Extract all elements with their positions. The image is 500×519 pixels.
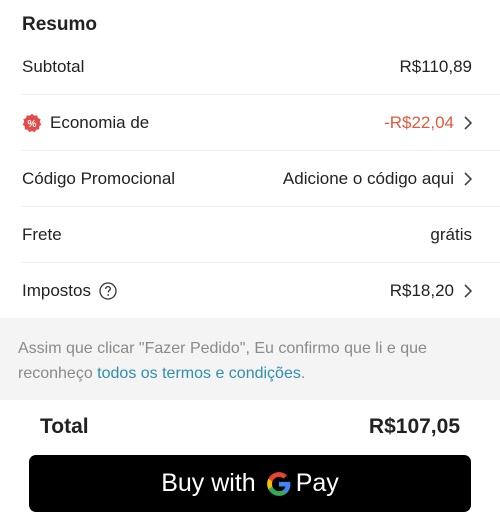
taxes-value: R$18,20 <box>389 281 454 300</box>
chevron-right-icon <box>464 171 472 186</box>
svg-text:%: % <box>28 119 37 130</box>
summary-title: Resumo <box>22 14 97 35</box>
shipping-value: grátis <box>430 224 472 244</box>
chevron-right-icon <box>464 115 472 130</box>
order-total: Total R$107,05 <box>40 412 460 442</box>
promo-code-label: Código Promocional <box>22 168 176 188</box>
subtotal-label: Subtotal <box>22 56 85 76</box>
subtotal-row: Subtotal R$110,89 <box>22 39 500 95</box>
order-summary: Resumo Subtotal R$110,89 % Economia de -… <box>0 0 500 318</box>
help-circle-icon[interactable] <box>99 282 117 300</box>
taxes-row[interactable]: Impostos R$18,20 <box>22 263 500 319</box>
total-value: R$107,05 <box>368 415 460 438</box>
shipping-row: Frete grátis <box>22 207 500 263</box>
terms-link[interactable]: todos os termos e condições <box>97 365 301 382</box>
chevron-right-icon <box>464 284 472 298</box>
google-pay-suffix: Pay <box>295 469 339 497</box>
google-g-icon <box>266 471 291 496</box>
promo-code-action: Adicione o código aqui <box>282 168 454 188</box>
terms-notice: Assim que clicar "Fazer Pedido", Eu conf… <box>0 318 500 400</box>
savings-label: Economia de <box>50 112 150 132</box>
total-label: Total <box>40 415 89 438</box>
savings-row[interactable]: % Economia de -R$22,04 <box>22 95 500 151</box>
subtotal-value: R$110,89 <box>399 56 472 76</box>
percent-badge-icon: % <box>22 113 42 132</box>
savings-value: -R$22,04 <box>384 112 454 132</box>
google-pay-button[interactable]: Buy with Pay <box>29 455 471 512</box>
shipping-label: Frete <box>22 224 62 244</box>
taxes-label: Impostos <box>22 281 91 300</box>
terms-notice-suffix: . <box>300 365 306 382</box>
google-pay-prefix: Buy with <box>161 469 256 497</box>
promo-code-row[interactable]: Código Promocional Adicione o código aqu… <box>22 151 500 207</box>
